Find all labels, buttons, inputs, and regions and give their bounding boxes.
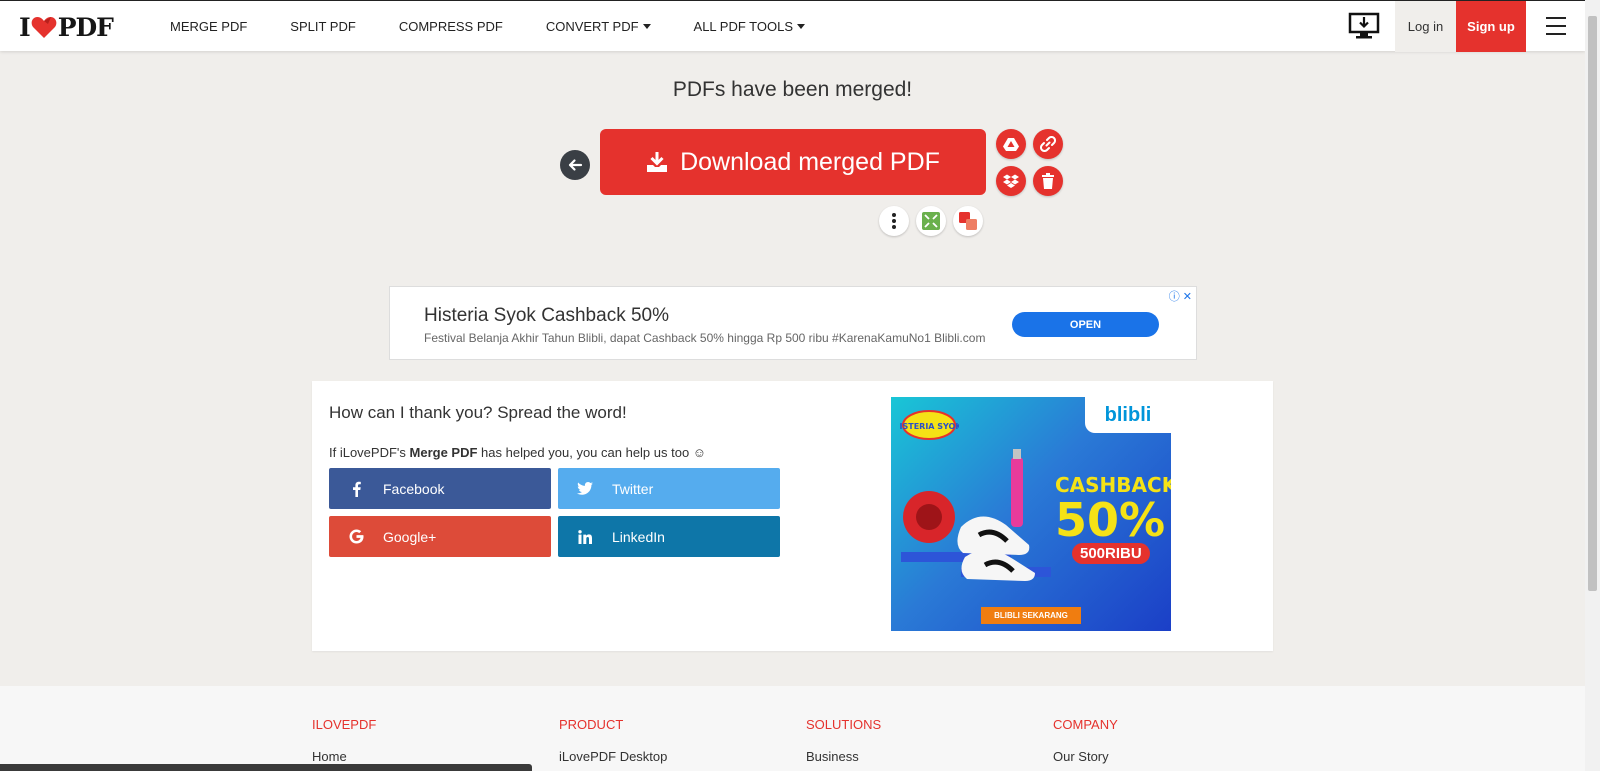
facebook-share-button[interactable]: Facebook	[329, 468, 551, 509]
link-icon	[1040, 136, 1056, 152]
ad-description: Festival Belanja Akhir Tahun Blibli, dap…	[424, 331, 986, 345]
copy-link-button[interactable]	[1033, 129, 1063, 159]
more-options-button[interactable]	[879, 206, 909, 236]
twitter-label: Twitter	[612, 480, 654, 497]
nav-compress-pdf[interactable]: COMPRESS PDF	[399, 19, 503, 34]
caret-down-icon	[797, 24, 805, 29]
trash-icon	[1042, 173, 1054, 189]
facebook-icon	[352, 481, 361, 497]
hamburger-menu-icon[interactable]	[1546, 17, 1566, 35]
footer-heading: ILOVEPDF	[312, 717, 377, 732]
ad-info-close-icon[interactable]: ⓘ ✕	[1169, 288, 1192, 304]
split-pdf-button[interactable]	[953, 206, 983, 236]
desktop-download-icon[interactable]	[1348, 12, 1380, 40]
helped-suffix: has helped you, you can help us too ☺	[477, 445, 707, 460]
twitter-share-button[interactable]: Twitter	[558, 468, 780, 509]
footer-col-product: PRODUCT iLovePDF Desktop	[559, 717, 667, 764]
display-ad[interactable]: HISTERIA SYOK! blibli CASHBACK 50% 500RI…	[891, 397, 1171, 631]
top-navbar: I PDF MERGE PDF SPLIT PDF COMPRESS PDF C…	[0, 0, 1585, 52]
linkedin-share-button[interactable]: LinkedIn	[558, 516, 780, 557]
nav-split-pdf[interactable]: SPLIT PDF	[290, 19, 356, 34]
ad-open-button[interactable]: OPEN	[1012, 312, 1159, 337]
result-title: PDFs have been merged!	[672, 78, 913, 101]
back-button[interactable]	[560, 150, 590, 180]
ad-cta-button[interactable]: BLIBLI SEKARANG	[981, 607, 1081, 624]
google-plus-label: Google+	[383, 528, 437, 545]
footer-heading: SOLUTIONS	[806, 717, 882, 732]
google-plus-share-button[interactable]: Google+	[329, 516, 551, 557]
footer-col-solutions: SOLUTIONS Business	[806, 717, 881, 764]
nav-split-pdf-label: SPLIT PDF	[290, 19, 356, 34]
footer-link-desktop[interactable]: iLovePDF Desktop	[559, 749, 667, 764]
ad-title: Histeria Syok Cashback 50%	[424, 305, 669, 326]
nav-merge-pdf[interactable]: MERGE PDF	[170, 19, 247, 34]
share-heading: How can I thank you? Spread the word!	[329, 403, 627, 422]
nav-convert-pdf-label: CONVERT PDF	[545, 19, 639, 34]
arrow-left-icon	[568, 159, 583, 171]
download-icon	[647, 152, 668, 172]
main-nav: MERGE PDF SPLIT PDF COMPRESS PDF CONVERT…	[170, 1, 848, 52]
ilovepdf-logo[interactable]: I PDF	[19, 12, 114, 42]
download-label: Download merged PDF	[680, 147, 940, 176]
helped-prefix: If iLovePDF's	[329, 445, 410, 460]
footer-link-business[interactable]: Business	[806, 749, 881, 764]
ad-amount: 500RIBU	[1072, 543, 1150, 564]
more-vertical-icon	[892, 213, 896, 229]
caret-down-icon	[642, 24, 651, 29]
facebook-label: Facebook	[383, 480, 445, 497]
logo-text-right: PDF	[57, 12, 114, 42]
download-merged-pdf-button[interactable]: Download merged PDF	[600, 129, 986, 195]
ad-badge-text: HISTERIA SYOK!	[899, 422, 959, 431]
product-illustration	[901, 449, 1051, 581]
dropbox-icon	[1003, 174, 1019, 188]
ad-percent: 50%	[1055, 493, 1166, 547]
nav-convert-pdf[interactable]: CONVERT PDF	[546, 19, 651, 34]
compress-icon	[922, 212, 940, 230]
google-drive-button[interactable]	[996, 129, 1026, 159]
blibli-logo: blibli	[1085, 397, 1171, 433]
nav-all-pdf-tools[interactable]: ALL PDF TOOLS	[694, 19, 805, 34]
page-scrollbar-thumb[interactable]	[1588, 16, 1597, 591]
linkedin-icon	[578, 529, 592, 544]
footer-link-our-story[interactable]: Our Story	[1053, 749, 1118, 764]
browser-status-bar	[0, 764, 532, 771]
compress-pdf-button[interactable]	[916, 206, 946, 236]
twitter-icon	[577, 482, 593, 495]
nav-merge-pdf-label: MERGE PDF	[170, 19, 248, 34]
linkedin-label: LinkedIn	[612, 528, 665, 545]
nav-compress-pdf-label: COMPRESS PDF	[398, 19, 503, 34]
google-drive-icon	[1003, 138, 1019, 151]
dropbox-button[interactable]	[996, 166, 1026, 196]
footer-heading: COMPANY	[1053, 717, 1118, 732]
footer-col-company: COMPANY Our Story	[1053, 717, 1118, 764]
login-button[interactable]: Log in	[1395, 1, 1456, 52]
nav-all-pdf-tools-label: ALL PDF TOOLS	[693, 19, 793, 34]
footer: ILOVEPDF Home PRODUCT iLovePDF Desktop S…	[0, 686, 1585, 771]
footer-link-home[interactable]: Home	[312, 749, 376, 764]
logo-text-left: I	[19, 12, 31, 42]
ad-banner[interactable]: Histeria Syok Cashback 50% Festival Bela…	[389, 286, 1197, 360]
signup-button[interactable]: Sign up	[1456, 1, 1526, 52]
share-helped-text: If iLovePDF's Merge PDF has helped you, …	[329, 445, 706, 460]
helped-tool: Merge PDF	[409, 445, 478, 460]
footer-col-ilovepdf: ILOVEPDF Home	[312, 717, 376, 764]
split-icon	[959, 212, 977, 230]
heart-icon	[31, 17, 57, 38]
delete-button[interactable]	[1033, 166, 1063, 196]
histeria-badge-graphic: HISTERIA SYOK!	[899, 410, 959, 440]
footer-heading: PRODUCT	[559, 717, 624, 732]
google-plus-icon	[348, 529, 364, 544]
